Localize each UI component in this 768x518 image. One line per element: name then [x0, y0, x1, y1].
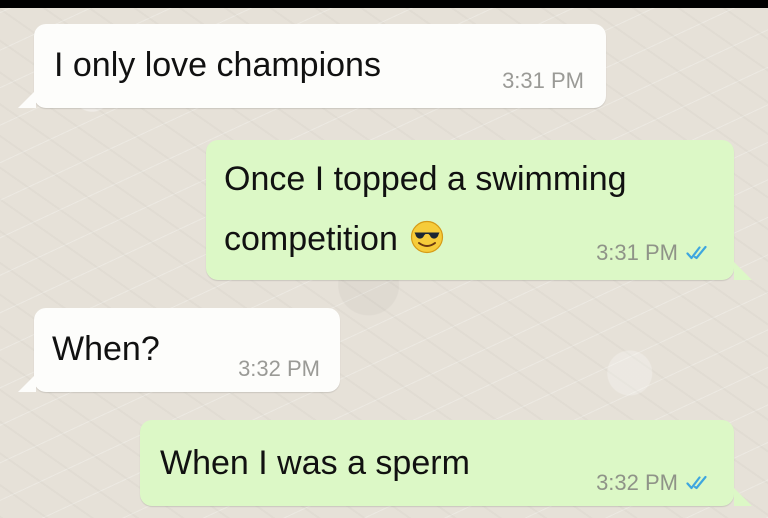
message-meta: 3:31 PM — [502, 68, 584, 94]
message-text: I only love champions — [54, 46, 381, 84]
message-meta: 3:32 PM — [238, 356, 320, 382]
message-text-line2-label: competition — [224, 220, 398, 258]
message-time: 3:31 PM — [502, 68, 584, 93]
message-time: 3:31 PM — [596, 240, 678, 265]
message-bubble-outgoing[interactable]: Once I topped a swimming competition 3:3… — [206, 140, 752, 280]
smiling-face-with-sunglasses-emoji — [410, 220, 443, 254]
message-text-line2: competition — [224, 214, 444, 264]
message-meta: 3:32 PM — [596, 470, 710, 496]
message-text: When I was a sperm — [160, 444, 470, 482]
read-double-check-icon — [686, 475, 707, 490]
message-time: 3:32 PM — [238, 356, 320, 381]
message-text-line1: Once I topped a swimming — [224, 160, 627, 198]
read-double-check-icon — [686, 245, 707, 260]
message-bubble-incoming[interactable]: I only love champions 3:31 PM — [18, 24, 606, 108]
message-meta: 3:31 PM — [596, 240, 710, 266]
message-bubble-incoming[interactable]: When? 3:32 PM — [18, 308, 340, 392]
message-text: When? — [52, 330, 160, 368]
top-black-bar — [0, 0, 768, 8]
message-time: 3:32 PM — [596, 470, 678, 495]
chat-thread[interactable]: I only love champions 3:31 PM Once I top… — [0, 8, 768, 518]
message-bubble-outgoing[interactable]: When I was a sperm 3:32 PM — [140, 420, 752, 506]
